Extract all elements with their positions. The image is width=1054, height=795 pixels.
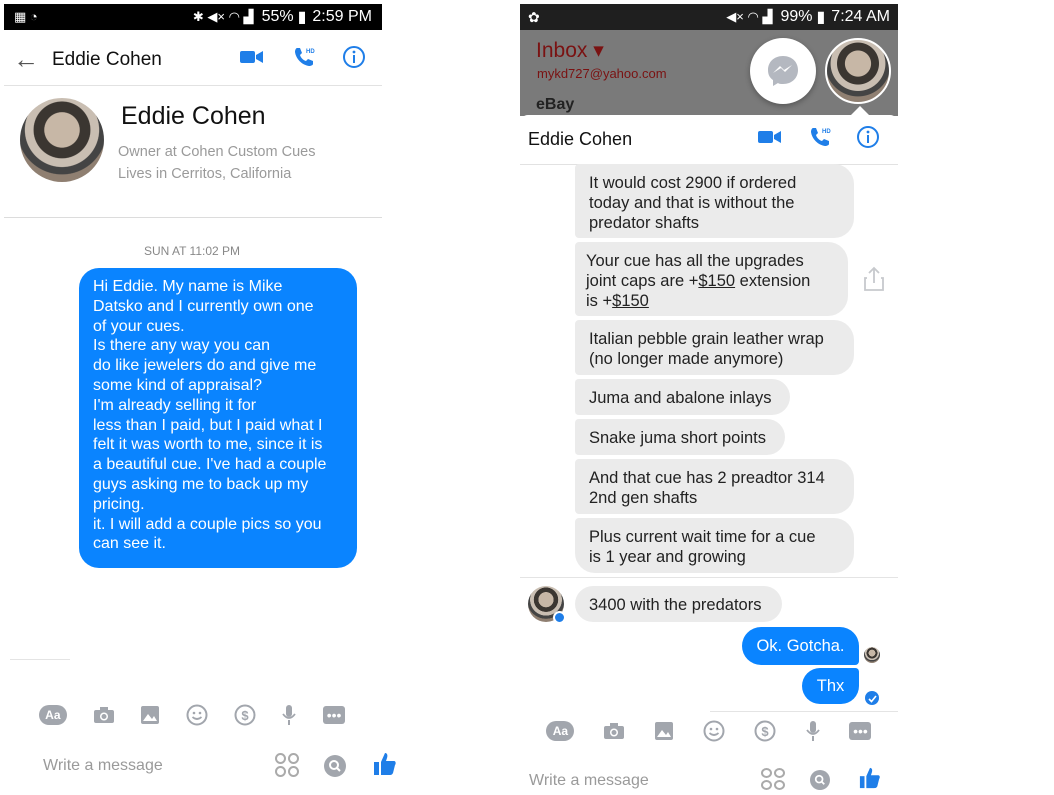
battery-icon: ▮ (816, 9, 826, 26)
composer-divider (710, 711, 898, 712)
message-timestamp: SUN AT 11:02 PM (143, 244, 241, 258)
received-message-bubble[interactable]: And that cue has 2 preadtor 314 2nd gen s… (575, 459, 854, 514)
message-line: of your cues. (93, 317, 185, 335)
gif-sticker-icon[interactable] (761, 768, 785, 790)
gif-sticker-icon[interactable] (275, 753, 299, 777)
microphone-icon[interactable] (281, 700, 297, 730)
left-screenshot: ▦ ◔ ✱ ◀× ◠ ▟ 55% ▮ 2:59 PM ← Eddie Cohen… (0, 0, 396, 790)
emoji-icon[interactable] (186, 700, 208, 730)
right-screenshot: ✿ ◀× ◠ ▟ 99% ▮ 7:24 AM Inbox ▾ mykd727@y… (520, 0, 902, 790)
svg-text:HD: HD (822, 129, 831, 135)
info-icon[interactable] (342, 45, 372, 74)
received-message-bubble[interactable]: 3400 with the predators (575, 586, 782, 622)
message-input[interactable]: Write a message (529, 772, 649, 790)
chat-head-avatar[interactable] (825, 38, 891, 104)
sent-message-bubble[interactable]: Ok. Gotcha. (742, 627, 859, 665)
video-call-icon[interactable] (758, 129, 788, 150)
battery-text: 99% (780, 8, 813, 25)
received-message-bubble[interactable]: Plus current wait time for a cue is 1 yea… (575, 518, 854, 573)
message-line: can see it. (93, 535, 166, 553)
message-line: felt it was worth to me, since it is (93, 436, 323, 454)
gallery-icon[interactable] (140, 700, 160, 730)
message-line: I'm already selling it for (93, 396, 257, 414)
text-format-icon[interactable]: Aa (38, 700, 67, 730)
message-line: some kind of appraisal? (93, 376, 262, 394)
more-icon[interactable]: ••• (323, 700, 346, 730)
avatar[interactable] (20, 98, 104, 182)
microphone-icon[interactable] (805, 716, 821, 746)
sent-message-bubble[interactable]: Thx (802, 668, 859, 704)
signal-icons: ✱ ◀× ◠ ▟ (192, 9, 254, 24)
message-line: pricing. (93, 495, 145, 513)
like-thumb-icon[interactable] (859, 766, 881, 795)
payment-icon[interactable]: $ (754, 716, 776, 746)
status-time: 7:24 AM (831, 8, 890, 25)
message-line: a beautiful cue. I've had a couple (93, 456, 327, 474)
conversation-header: ← Eddie Cohen HD (4, 34, 382, 86)
delivered-check-icon (865, 691, 879, 705)
message-line: Datsko and I currently own one (93, 297, 314, 315)
like-thumb-icon[interactable] (373, 751, 397, 782)
received-message-bubble[interactable]: Italian pebble grain leather wrap (no lon… (575, 320, 854, 375)
received-message-bubble[interactable]: Your cue has all the upgrades joint caps … (575, 242, 848, 316)
svg-text:$: $ (761, 724, 769, 739)
hd-call-icon[interactable]: HD (292, 45, 322, 74)
message-line: guys asking me to back up my (93, 475, 309, 493)
header-title[interactable]: Eddie Cohen (52, 49, 162, 71)
text-format-icon[interactable]: Aa (546, 716, 575, 746)
composer-toolbar: Aa $ ••• (0, 700, 384, 730)
payment-icon[interactable]: $ (234, 700, 256, 730)
profile-card: Eddie Cohen Owner at Cohen Custom Cues L… (4, 86, 382, 218)
gallery-icon[interactable] (654, 716, 674, 746)
composer-toolbar: Aa $ ••• (520, 716, 898, 746)
profile-occupation: Owner at Cohen Custom Cues (118, 144, 316, 160)
seen-avatar (864, 647, 880, 663)
notification-icon: ▦ ◔ (14, 9, 38, 24)
inbox-email: mykd727@yahoo.com (537, 66, 667, 81)
messages-divider (520, 577, 898, 578)
battery-icon: ▮ (297, 9, 307, 26)
hd-call-icon[interactable]: HD (808, 125, 838, 154)
search-icon[interactable] (810, 770, 830, 790)
header-title[interactable]: Eddie Cohen (528, 129, 632, 150)
received-message-bubble[interactable]: It would cost 2900 if ordered today and t… (575, 164, 854, 238)
more-icon[interactable]: ••• (849, 716, 872, 746)
inbox-title: Inbox ▾ (536, 39, 604, 62)
app-notification-icon: ✿ (528, 8, 540, 25)
composer-divider (10, 659, 70, 660)
messenger-badge-icon (553, 611, 566, 624)
signal-icons: ◀× ◠ ▟ (726, 9, 773, 24)
svg-text:HD: HD (306, 49, 315, 55)
svg-text:$: $ (241, 708, 249, 723)
emoji-icon[interactable] (703, 716, 725, 746)
status-time: 2:59 PM (312, 8, 372, 25)
message-line: Is there any way you can (93, 337, 270, 355)
back-arrow-icon[interactable]: ← (4, 44, 48, 75)
message-line: less than I paid, but I paid what I (93, 416, 323, 434)
search-icon[interactable] (324, 755, 346, 777)
camera-icon[interactable] (603, 716, 625, 746)
battery-text: 55% (261, 8, 294, 25)
message-line: Hi Eddie. My name is Mike (93, 278, 283, 295)
message-line: it. I will add a couple pics so you (93, 515, 322, 533)
info-icon[interactable] (856, 125, 886, 154)
status-bar: ▦ ◔ ✱ ◀× ◠ ▟ 55% ▮ 2:59 PM (4, 4, 382, 30)
message-line: do like jewelers do and give me (93, 357, 317, 375)
received-message-bubble[interactable]: Juma and abalone inlays (575, 379, 790, 415)
share-icon[interactable] (863, 266, 885, 297)
sent-message-bubble[interactable]: Hi Eddie. My name is Mike Datsko and I cu… (79, 268, 357, 568)
profile-location: Lives in Cerritos, California (118, 166, 292, 182)
inbox-item-ebay: eBay (536, 96, 575, 113)
video-call-icon[interactable] (240, 49, 270, 70)
profile-name: Eddie Cohen (121, 102, 266, 130)
conversation-header: Eddie Cohen HD (520, 115, 898, 165)
received-message-bubble[interactable]: Snake juma short points (575, 419, 785, 455)
message-input[interactable]: Write a message (43, 757, 163, 775)
camera-icon[interactable] (93, 700, 115, 730)
messenger-bubble-icon[interactable] (750, 38, 816, 104)
status-bar: ✿ ◀× ◠ ▟ 99% ▮ 7:24 AM (520, 4, 898, 30)
